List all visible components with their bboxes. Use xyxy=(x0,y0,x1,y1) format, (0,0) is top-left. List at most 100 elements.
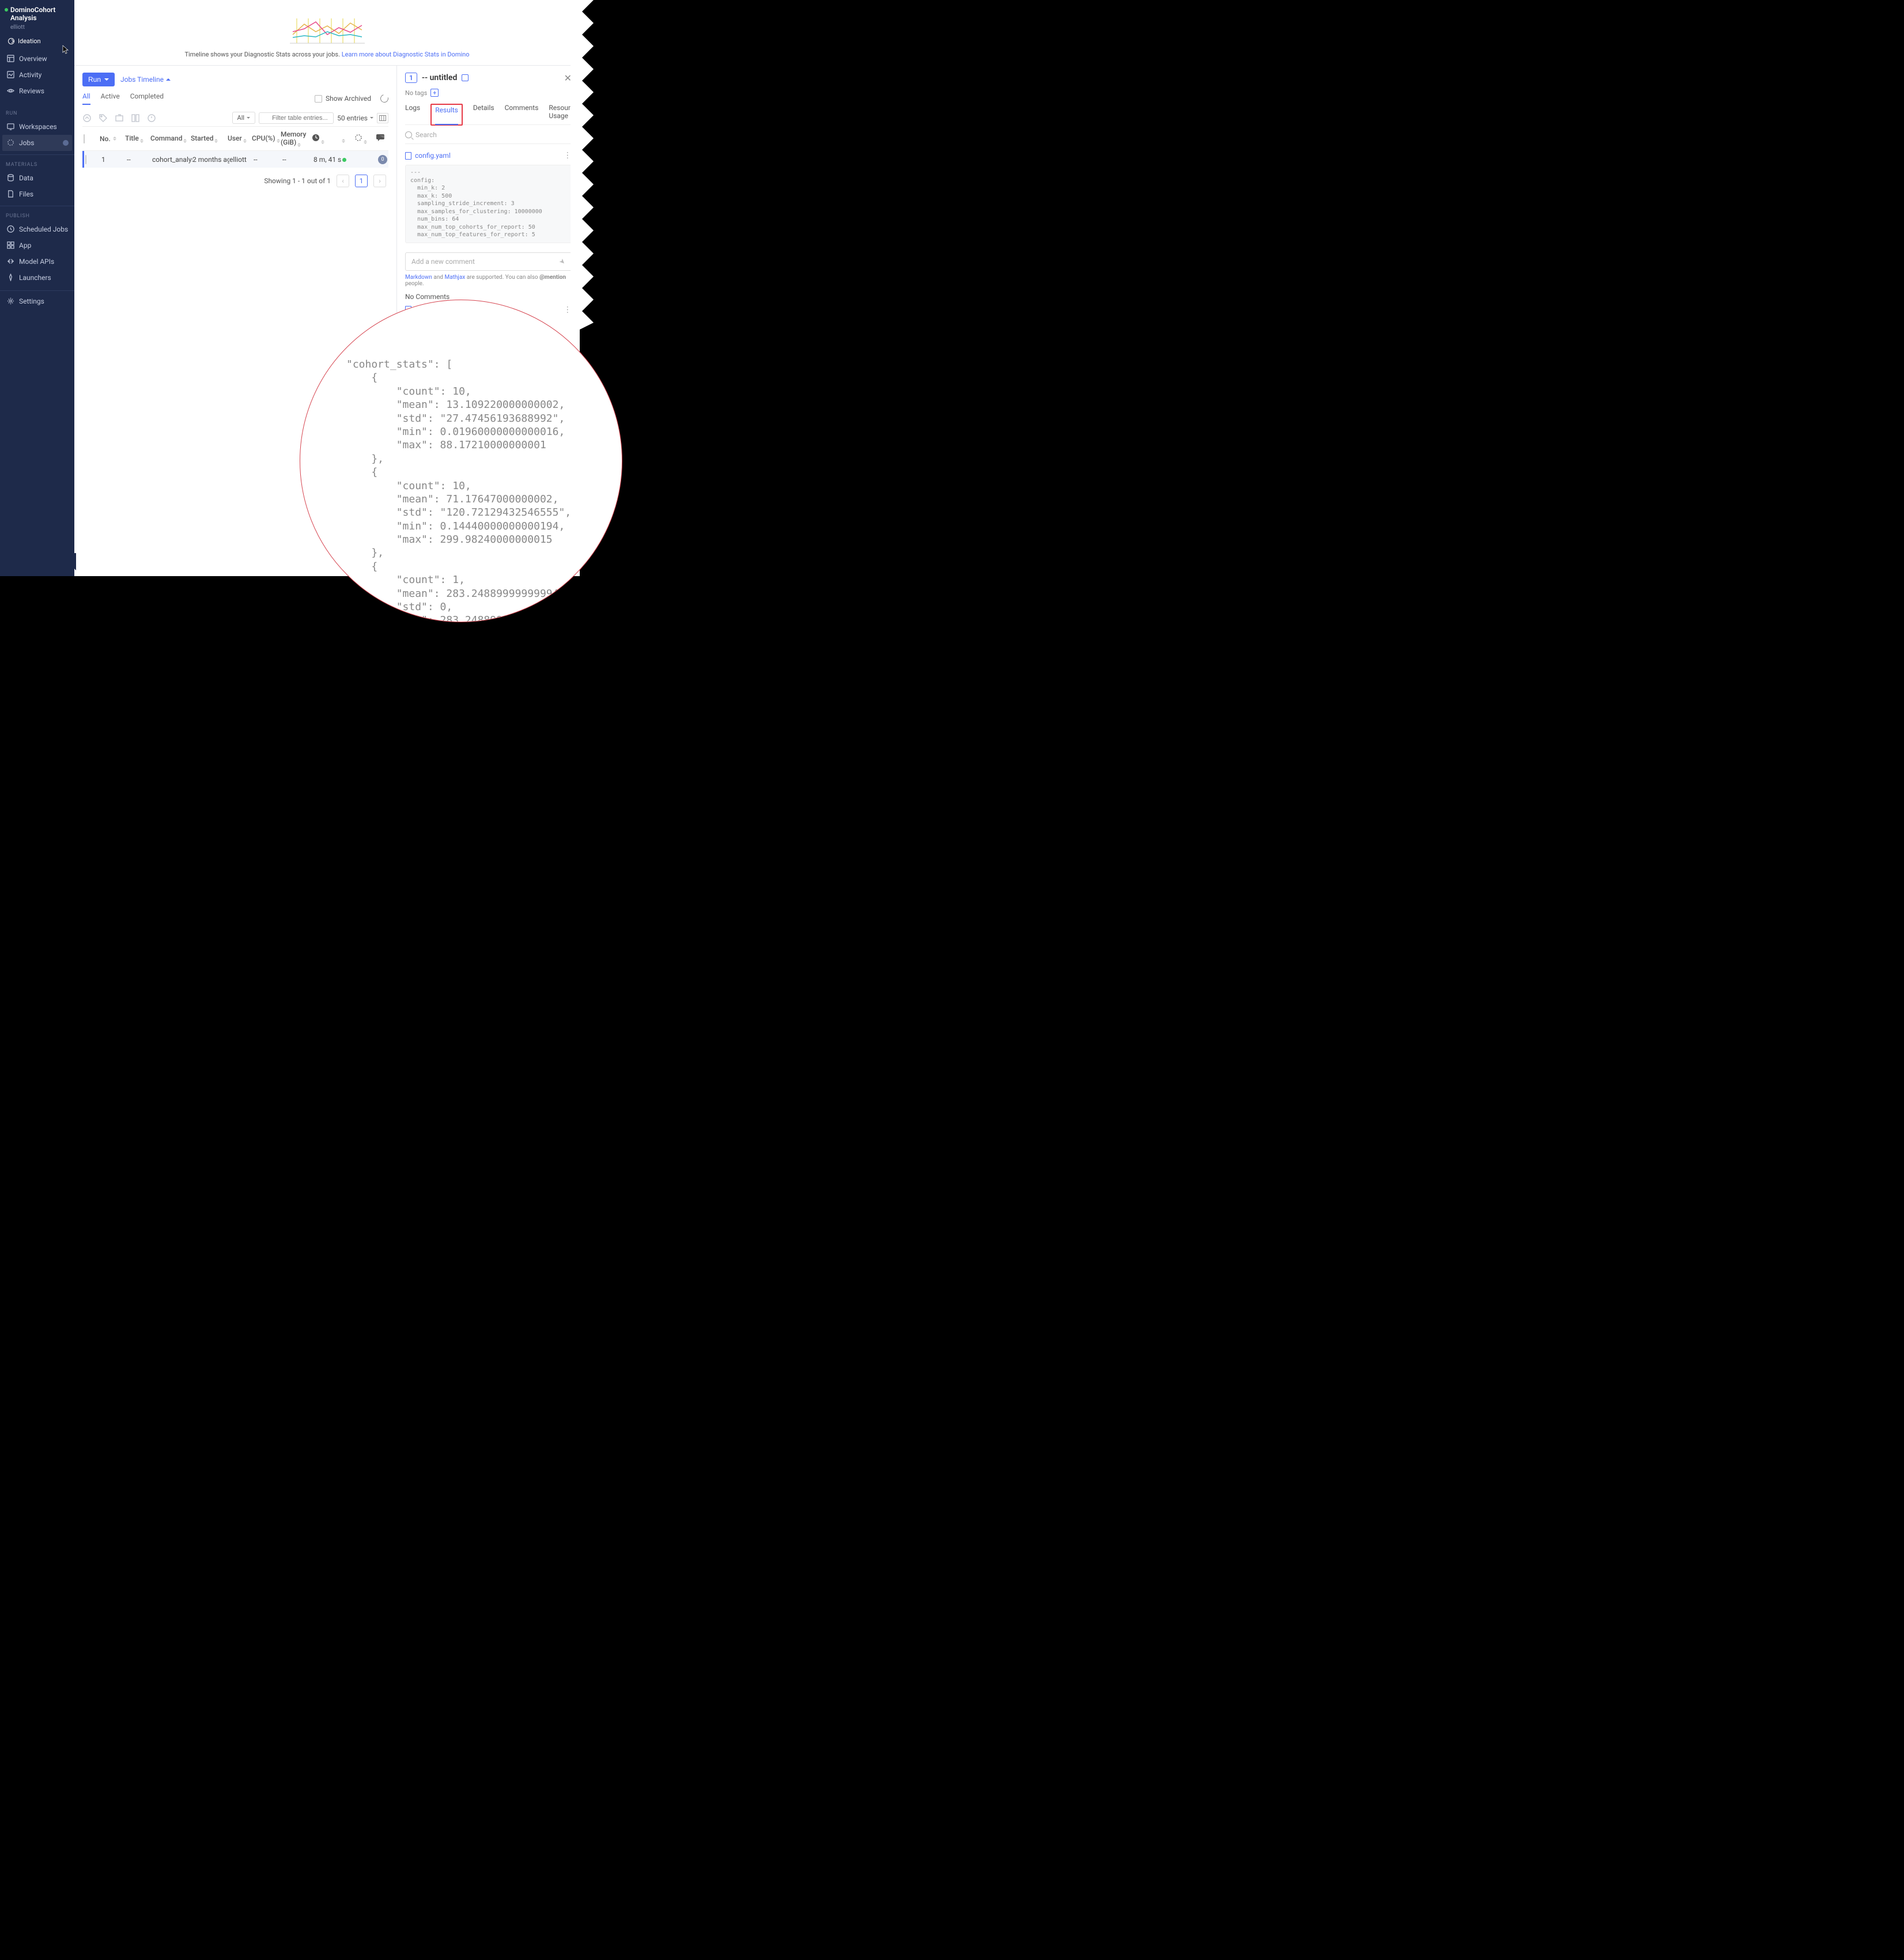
pager-page-1[interactable]: 1 xyxy=(355,175,368,187)
row-checkbox[interactable] xyxy=(85,155,86,164)
cell-no: 1 xyxy=(101,156,127,164)
cell-command: cohort_analysis xyxy=(152,156,192,164)
filter-all-select[interactable]: All xyxy=(232,112,256,124)
app-icon xyxy=(7,241,14,249)
status-dot-icon xyxy=(342,158,346,162)
comments-badge: 0 xyxy=(378,155,387,164)
files-icon xyxy=(7,190,14,198)
nav-launchers[interactable]: Launchers xyxy=(0,270,74,286)
tab-all[interactable]: All xyxy=(82,92,90,105)
timeline-caption: Timeline shows your Diagnostic Stats acr… xyxy=(74,51,580,58)
tab-details[interactable]: Details xyxy=(473,104,494,124)
select-all-checkbox[interactable] xyxy=(84,134,85,143)
tab-completed[interactable]: Completed xyxy=(130,92,164,105)
compare-icon[interactable] xyxy=(131,113,140,123)
reload-icon[interactable] xyxy=(379,93,390,104)
nav-reviews[interactable]: Reviews xyxy=(0,83,74,99)
pagination: Showing 1 - 1 out of 1 ‹ 1 › xyxy=(82,168,388,194)
results-search[interactable]: Search xyxy=(405,131,572,144)
download-icon[interactable] xyxy=(115,113,124,123)
tag-icon[interactable] xyxy=(99,113,108,123)
nav-label: Data xyxy=(19,174,33,182)
comment-placeholder: Add a new comment xyxy=(411,258,475,266)
pager-next[interactable]: › xyxy=(373,175,386,187)
th-started[interactable]: Started xyxy=(191,134,228,143)
th-no[interactable]: No. xyxy=(100,135,125,143)
section-run-header: RUN xyxy=(0,104,74,119)
nav-jobs[interactable]: Jobs xyxy=(2,135,72,151)
nav-label: Jobs xyxy=(19,139,34,147)
result-file-1[interactable]: config.yaml ⋯ xyxy=(405,151,572,160)
send-icon[interactable]: ➤ xyxy=(557,256,567,266)
pager-prev[interactable]: ‹ xyxy=(337,175,349,187)
cell-duration: 8 m, 41 s xyxy=(313,156,342,164)
cell-memory: -- xyxy=(282,156,313,164)
nav-scheduled-jobs[interactable]: Scheduled Jobs xyxy=(0,221,74,237)
th-views[interactable] xyxy=(354,134,368,144)
nav-label: Settings xyxy=(19,297,44,305)
nav-label: Activity xyxy=(19,71,41,79)
nav-model-apis[interactable]: Model APIs xyxy=(0,253,74,270)
run-number-badge: 1 xyxy=(405,73,417,83)
th-command[interactable]: Command xyxy=(150,134,191,143)
file-icon xyxy=(405,152,411,160)
reviews-icon xyxy=(7,87,14,94)
home-icon[interactable] xyxy=(82,113,92,123)
project-header: DominoCohort Analysis elliott xyxy=(0,0,74,33)
project-stage[interactable]: Ideation xyxy=(8,37,69,45)
timeline-label: Jobs Timeline xyxy=(120,75,164,84)
nav-label: Scheduled Jobs xyxy=(19,225,68,233)
sidebar: DominoCohort Analysis elliott Ideation O… xyxy=(0,0,74,576)
torn-edge-decoration xyxy=(571,0,626,334)
jobs-timeline-toggle[interactable]: Jobs Timeline xyxy=(120,75,171,84)
edit-icon[interactable] xyxy=(462,74,469,81)
nav-activity[interactable]: Activity xyxy=(0,67,74,83)
columns-button[interactable] xyxy=(377,113,388,123)
nav-label: Overview xyxy=(19,55,47,63)
th-duration[interactable] xyxy=(312,134,341,144)
project-name: DominoCohort Analysis xyxy=(10,6,69,22)
comment-input[interactable]: Add a new comment ➤ xyxy=(405,252,572,271)
add-tag-button[interactable]: + xyxy=(430,89,439,97)
workspace-icon xyxy=(7,123,14,130)
file-link[interactable]: config.yaml xyxy=(415,152,451,160)
th-comments[interactable] xyxy=(368,134,386,143)
stage-icon xyxy=(8,38,14,44)
stop-icon[interactable] xyxy=(147,113,156,123)
nav-settings[interactable]: Settings xyxy=(0,293,74,309)
table-row[interactable]: 1 -- cohort_analysis 2 months ag elliott… xyxy=(82,151,388,168)
nav-data[interactable]: Data xyxy=(0,170,74,186)
nav-workspaces[interactable]: Workspaces xyxy=(0,119,74,135)
cell-status xyxy=(342,156,356,164)
data-icon xyxy=(7,174,14,181)
entries-select[interactable]: 50 entries xyxy=(337,114,373,122)
th-user[interactable]: User xyxy=(228,134,252,143)
magnified-code: "cohort_stats": [ { "count": 10, "mean":… xyxy=(300,300,622,622)
sort-icon xyxy=(113,137,116,141)
section-materials-header: MATERIALS xyxy=(0,154,74,170)
nav-app[interactable]: App xyxy=(0,237,74,253)
th-status[interactable] xyxy=(341,134,354,143)
tab-active[interactable]: Active xyxy=(101,92,120,105)
timeline-section: Timeline shows your Diagnostic Stats acr… xyxy=(74,0,580,65)
chevron-down-icon xyxy=(104,78,109,81)
code-preview: --- config: min_k: 2 max_k: 500 sampling… xyxy=(405,165,572,243)
nav-label: Workspaces xyxy=(19,123,57,131)
nav-label: App xyxy=(19,241,31,249)
nav-files[interactable]: Files xyxy=(0,186,74,202)
nav-label: Reviews xyxy=(19,87,44,95)
status-dot-icon xyxy=(5,8,8,12)
tab-results[interactable]: Results xyxy=(430,104,463,126)
row-actions xyxy=(82,113,156,123)
learn-more-link[interactable]: Learn more about Diagnostic Stats in Dom… xyxy=(342,51,470,58)
show-archived-checkbox[interactable] xyxy=(315,95,322,103)
section-publish-header: PUBLISH xyxy=(0,206,74,221)
th-memory[interactable]: Memory (GiB) xyxy=(281,130,312,147)
filter-input[interactable] xyxy=(259,112,334,124)
no-comments-label: No Comments xyxy=(405,293,572,301)
run-button[interactable]: Run xyxy=(82,73,115,86)
th-cpu[interactable]: CPU(%) xyxy=(252,134,281,143)
tab-comments[interactable]: Comments xyxy=(505,104,539,124)
tab-logs[interactable]: Logs xyxy=(405,104,420,124)
th-title[interactable]: Title xyxy=(125,134,150,143)
